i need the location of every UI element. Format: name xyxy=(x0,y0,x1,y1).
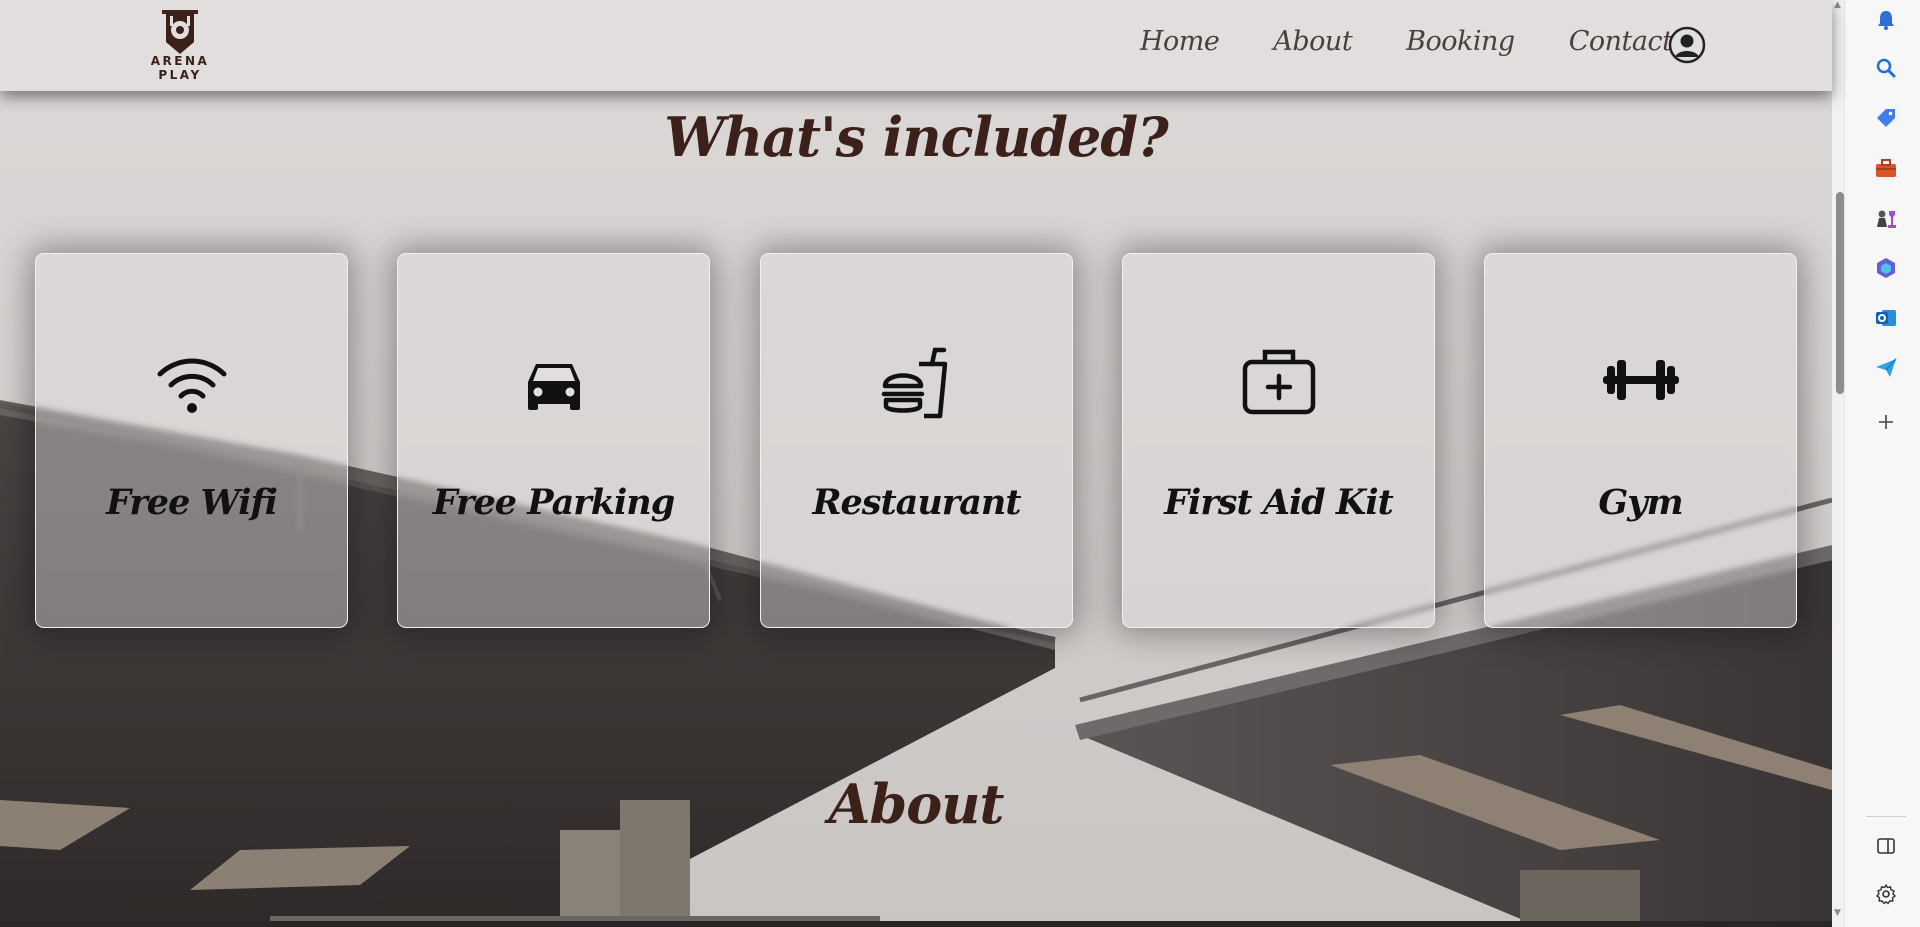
toolbox-icon[interactable] xyxy=(1874,156,1898,180)
card-label: First Aid Kit xyxy=(1164,482,1394,523)
card-label: Gym xyxy=(1598,482,1683,523)
nav-booking[interactable]: Booking xyxy=(1406,26,1515,57)
chess-icon[interactable] xyxy=(1874,206,1898,230)
split-view-icon[interactable] xyxy=(1874,834,1898,858)
wifi-icon xyxy=(157,358,226,413)
settings-icon[interactable] xyxy=(1874,882,1898,906)
page-scrollbar-track[interactable] xyxy=(1832,0,1844,927)
scroll-down-arrow-icon[interactable]: ▼ xyxy=(1834,908,1841,918)
card-label: Free Wifi xyxy=(106,482,278,523)
feature-card-wifi: Free Wifi xyxy=(35,253,348,628)
shield-logo-icon xyxy=(162,10,198,54)
bottom-divider xyxy=(0,921,1832,927)
outlook-icon[interactable] xyxy=(1874,306,1898,330)
about-section-title: About xyxy=(828,772,1005,836)
arena-play-logo[interactable]: ARENA PLAY xyxy=(132,8,228,82)
nav-contact[interactable]: Contact xyxy=(1569,26,1673,57)
bell-icon[interactable] xyxy=(1874,8,1898,32)
send-icon[interactable] xyxy=(1874,356,1898,380)
main-nav: Home About Booking Contact xyxy=(1140,26,1726,57)
nav-home[interactable]: Home xyxy=(1140,26,1220,57)
scroll-up-arrow-icon[interactable]: ▲ xyxy=(1834,0,1841,10)
copilot-icon[interactable] xyxy=(1874,256,1898,280)
first-aid-kit-icon xyxy=(1242,349,1315,415)
dumbbell-icon xyxy=(1602,360,1679,400)
whats-included-title: What's included? xyxy=(664,105,1169,169)
page-scrollbar-thumb[interactable] xyxy=(1836,192,1844,394)
user-account-icon[interactable] xyxy=(1668,26,1706,64)
feature-card-first-aid: First Aid Kit xyxy=(1122,253,1435,628)
browser-sidebar xyxy=(1844,0,1920,927)
car-icon xyxy=(527,364,580,410)
burger-drink-icon xyxy=(881,347,947,419)
card-label: Free Parking xyxy=(432,482,675,523)
tag-icon[interactable] xyxy=(1874,106,1898,130)
sidebar-divider xyxy=(1866,816,1906,817)
plus-icon[interactable] xyxy=(1874,410,1898,434)
nav-about[interactable]: About xyxy=(1273,26,1352,57)
card-label: Restaurant xyxy=(812,482,1021,523)
search-icon[interactable] xyxy=(1874,56,1898,80)
feature-card-parking: Free Parking xyxy=(397,253,710,628)
logo-text: ARENA PLAY xyxy=(150,54,210,82)
feature-card-restaurant: Restaurant xyxy=(760,253,1073,628)
feature-card-gym: Gym xyxy=(1484,253,1797,628)
site-header: ARENA PLAY Home About Booking Contact xyxy=(0,0,1832,91)
